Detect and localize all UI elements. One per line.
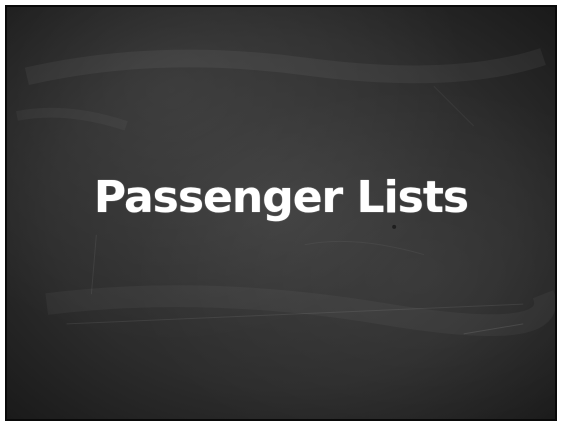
- slide-title: Passenger Lists: [93, 172, 469, 223]
- chalkboard-slide: Passenger Lists: [5, 5, 557, 421]
